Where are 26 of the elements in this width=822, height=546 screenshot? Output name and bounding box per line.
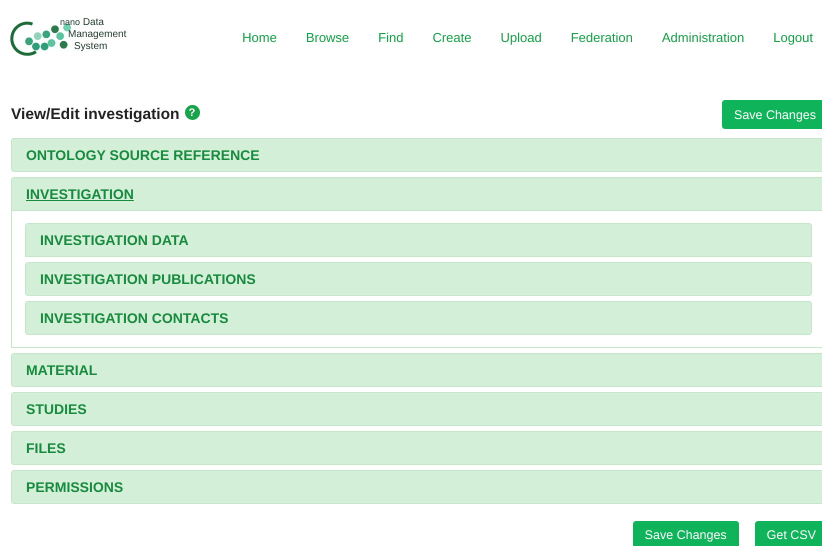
nav-link[interactable]: Create xyxy=(424,30,480,44)
nav-link[interactable]: Find xyxy=(370,30,412,44)
action-button[interactable]: Save Changes xyxy=(632,521,739,546)
nav-link[interactable]: Logout xyxy=(765,30,822,44)
logo-text: Management xyxy=(68,28,126,40)
subsection-header[interactable]: INVESTIGATION PUBLICATIONS xyxy=(25,262,812,296)
subsection-header[interactable]: INVESTIGATION CONTACTS xyxy=(25,301,812,335)
section-header[interactable]: FILES xyxy=(11,431,822,465)
section-header[interactable]: INVESTIGATION xyxy=(11,177,822,211)
section-header[interactable]: PERMISSIONS xyxy=(11,470,822,504)
nav-link[interactable]: Federation xyxy=(562,30,641,44)
nav-link[interactable]: Upload xyxy=(492,30,550,44)
subsection-header[interactable]: INVESTIGATION DATA xyxy=(25,223,812,257)
help-icon[interactable]: ? xyxy=(184,105,200,120)
section-header[interactable]: ONTOLOGY SOURCE REFERENCE xyxy=(11,138,822,172)
page-title: View/Edit investigation xyxy=(11,106,180,124)
section-header[interactable]: MATERIAL xyxy=(11,353,822,387)
nav-link[interactable]: Home xyxy=(234,30,285,44)
nav-link[interactable]: Administration xyxy=(654,30,752,44)
logo-text: nano xyxy=(60,16,80,26)
logo-text: Data xyxy=(82,16,104,28)
section-header[interactable]: STUDIES xyxy=(11,392,822,426)
action-button[interactable]: Get CSV xyxy=(754,521,822,546)
nav-link[interactable]: Browse xyxy=(298,30,358,44)
save-button[interactable]: Save Changes xyxy=(722,100,822,129)
logo-text: System xyxy=(74,40,108,52)
